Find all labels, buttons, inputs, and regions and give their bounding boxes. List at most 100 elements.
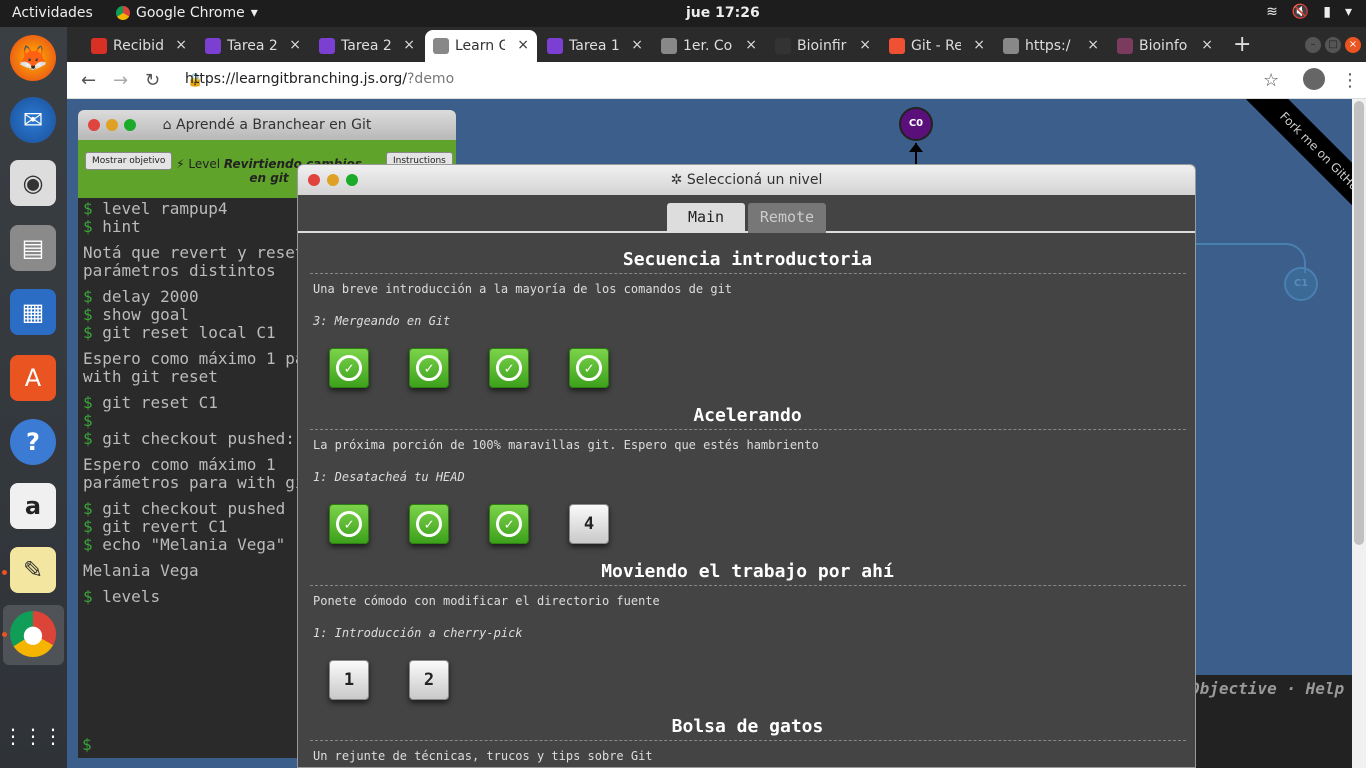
show-applications-icon[interactable]: ⋮⋮⋮: [3, 713, 63, 759]
line-text: git checkout pushed: [92, 499, 286, 518]
app-menu[interactable]: Google Chrome ▾: [116, 5, 258, 21]
bookmark-star-icon[interactable]: ☆: [1263, 70, 1279, 91]
zoom-dot-icon[interactable]: [346, 174, 358, 186]
zoom-dot-icon[interactable]: [124, 119, 136, 131]
close-tab-icon[interactable]: ×: [289, 37, 301, 53]
tab-4[interactable]: Tarea 1 ×: [539, 30, 651, 62]
line-text: git revert C1: [92, 517, 228, 536]
help-links[interactable]: Objective · Help: [1190, 679, 1344, 698]
close-tab-icon[interactable]: ×: [1201, 37, 1213, 53]
menu-icon[interactable]: ⋮: [1341, 70, 1359, 91]
back-icon[interactable]: ←: [81, 70, 96, 91]
tab-main[interactable]: Main: [667, 203, 745, 233]
line-text: level rampup4: [92, 199, 228, 218]
address-bar[interactable]: https://learngitbranching.js.org/?demo: [185, 71, 454, 87]
close-tab-icon[interactable]: ×: [175, 37, 187, 53]
terminal-titlebar: ⌂ Aprendé a Branchear en Git: [78, 110, 456, 140]
level-button[interactable]: 4: [569, 504, 609, 544]
checkmark-icon: ✓: [416, 511, 442, 537]
scrollbar-thumb[interactable]: [1354, 101, 1364, 545]
tab-label: https:/: [1025, 38, 1071, 54]
level-button[interactable]: ✓: [489, 348, 529, 388]
minimize-dot-icon[interactable]: [327, 174, 339, 186]
minimize-dot-icon[interactable]: [106, 119, 118, 131]
sequence-description: La próxima porción de 100% maravillas gi…: [313, 438, 819, 452]
close-tab-icon[interactable]: ×: [973, 37, 985, 53]
firefox-icon[interactable]: 🦊: [10, 35, 56, 81]
help-icon[interactable]: ?: [10, 419, 56, 465]
tab-9[interactable]: Bioinfo ×: [1109, 30, 1221, 62]
system-tray[interactable]: ≋ 🔇 ▮ ▾: [1266, 4, 1352, 20]
sequence-current-level: 1: Introducción a cherry-pick: [313, 626, 523, 640]
tab-8[interactable]: https:/ ×: [995, 30, 1107, 62]
chrome-icon[interactable]: ●: [10, 611, 56, 657]
close-tab-icon[interactable]: ×: [1087, 37, 1099, 53]
close-tab-icon[interactable]: ×: [859, 37, 871, 53]
tab-5[interactable]: 1er. Cor ×: [653, 30, 765, 62]
sequence-title: Moviendo el trabajo por ahí: [601, 561, 894, 582]
files-icon[interactable]: ▤: [10, 225, 56, 271]
writer-icon[interactable]: ▦: [10, 289, 56, 335]
close-tab-icon[interactable]: ×: [403, 37, 415, 53]
close-tab-icon[interactable]: ×: [745, 37, 757, 53]
minimize-button[interactable]: –: [1305, 37, 1321, 53]
tab-remote[interactable]: Remote: [748, 203, 826, 233]
level-button[interactable]: ✓: [409, 504, 449, 544]
tab-1[interactable]: Tarea 2 ×: [197, 30, 309, 62]
close-tab-icon[interactable]: ×: [517, 37, 529, 53]
checkmark-icon: ✓: [496, 355, 522, 381]
forward-icon[interactable]: →: [113, 70, 128, 91]
prompt-symbol: $: [83, 517, 93, 536]
prompt-symbol: $: [83, 199, 93, 218]
url-path: ?demo: [407, 71, 455, 87]
close-dot-icon[interactable]: [308, 174, 320, 186]
clock[interactable]: jue 17:26: [686, 5, 760, 21]
help-bar: Objective · Help: [1190, 675, 1352, 768]
text-editor-icon[interactable]: ✎: [10, 547, 56, 593]
fork-me-ribbon[interactable]: Fork me on GitHub: [1237, 99, 1352, 239]
system-top-bar: Actividades Google Chrome ▾ jue 17:26 ≋ …: [0, 0, 1366, 27]
level-button[interactable]: ✓: [409, 348, 449, 388]
close-dot-icon[interactable]: [88, 119, 100, 131]
command-input[interactable]: $: [82, 735, 92, 754]
tab-3[interactable]: Learn G ×: [425, 30, 537, 62]
line-text: parámetros para with gi: [83, 473, 305, 492]
arrow-icon: [909, 143, 923, 152]
github-icon: [775, 38, 791, 54]
level-button[interactable]: ✓: [329, 504, 369, 544]
maximize-button[interactable]: □: [1325, 37, 1341, 53]
prompt-symbol: $: [83, 323, 93, 342]
checkmark-icon: ✓: [496, 511, 522, 537]
tab-0[interactable]: Recibid ×: [83, 30, 195, 62]
chevron-down-icon: ▾: [1344, 4, 1352, 20]
software-center-icon[interactable]: A: [10, 355, 56, 401]
show-goal-button[interactable]: Mostrar objetivo: [85, 152, 173, 170]
sequence-title: Bolsa de gatos: [671, 716, 824, 737]
tab-7[interactable]: Git - Re ×: [881, 30, 993, 62]
level-button[interactable]: ✓: [569, 348, 609, 388]
tab-2[interactable]: Tarea 2 ×: [311, 30, 423, 62]
close-tab-icon[interactable]: ×: [631, 37, 643, 53]
volume-muted-icon: 🔇: [1291, 4, 1310, 20]
level-number: 1: [343, 670, 355, 690]
tab-label: Learn G: [455, 38, 505, 54]
reload-icon[interactable]: ↻: [145, 70, 160, 91]
prompt-symbol: $: [83, 305, 93, 324]
new-tab-button[interactable]: +: [1233, 32, 1251, 57]
amazon-icon[interactable]: a: [10, 483, 56, 529]
commit-node-c0[interactable]: C0: [899, 107, 933, 141]
level-button[interactable]: 2: [409, 660, 449, 700]
line-text: show goal: [92, 305, 189, 324]
page-scrollbar[interactable]: [1352, 99, 1366, 768]
tab-6[interactable]: Bioinfir ×: [767, 30, 879, 62]
dialog-tabs: Main Remote: [298, 195, 1195, 233]
activities-button[interactable]: Actividades: [12, 5, 93, 21]
profile-avatar[interactable]: [1303, 68, 1325, 90]
rhythmbox-icon[interactable]: ◉: [10, 160, 56, 206]
tab-label: Tarea 2: [341, 38, 391, 54]
level-button[interactable]: ✓: [329, 348, 369, 388]
thunderbird-icon[interactable]: ✉: [10, 97, 56, 143]
level-button[interactable]: ✓: [489, 504, 529, 544]
level-button[interactable]: 1: [329, 660, 369, 700]
close-window-button[interactable]: ×: [1345, 37, 1361, 53]
